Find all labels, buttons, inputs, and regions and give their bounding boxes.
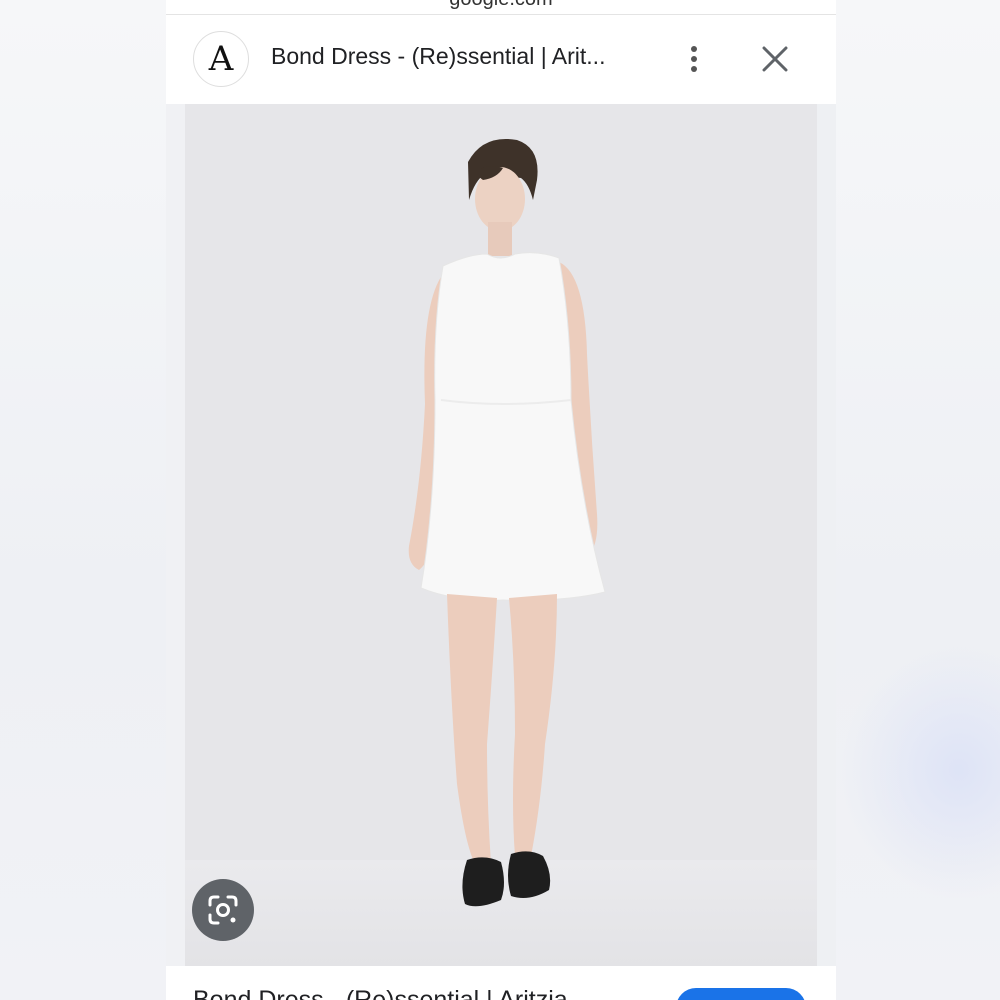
visit-button[interactable] (676, 988, 806, 1000)
close-icon (762, 46, 788, 72)
bottom-info-bar: Bond Dress - (Re)ssential | Aritzia (166, 966, 836, 1000)
google-lens-button[interactable] (192, 879, 254, 941)
site-logo[interactable]: A (193, 31, 249, 87)
image-viewer-sheet: google.com A Bond Dress - (Re)ssential |… (166, 0, 836, 1000)
address-bar-url: google.com (166, 0, 836, 11)
model-figure (408, 138, 606, 907)
more-options-button[interactable] (676, 41, 712, 77)
page-title[interactable]: Bond Dress - (Re)ssential | Arit... (271, 43, 661, 70)
result-title[interactable]: Bond Dress - (Re)ssential | Aritzia (193, 986, 568, 1000)
close-button[interactable] (755, 39, 795, 79)
image-frame-margin-left (166, 104, 185, 966)
sheet-header: A Bond Dress - (Re)ssential | Arit... (166, 15, 836, 103)
product-image[interactable] (185, 104, 817, 966)
google-lens-icon (208, 895, 238, 925)
address-bar[interactable]: google.com (166, 0, 836, 15)
image-frame-margin-right (817, 104, 836, 966)
page-background-left (0, 0, 166, 1000)
more-vert-icon (691, 46, 697, 72)
background-glow (840, 640, 1000, 900)
